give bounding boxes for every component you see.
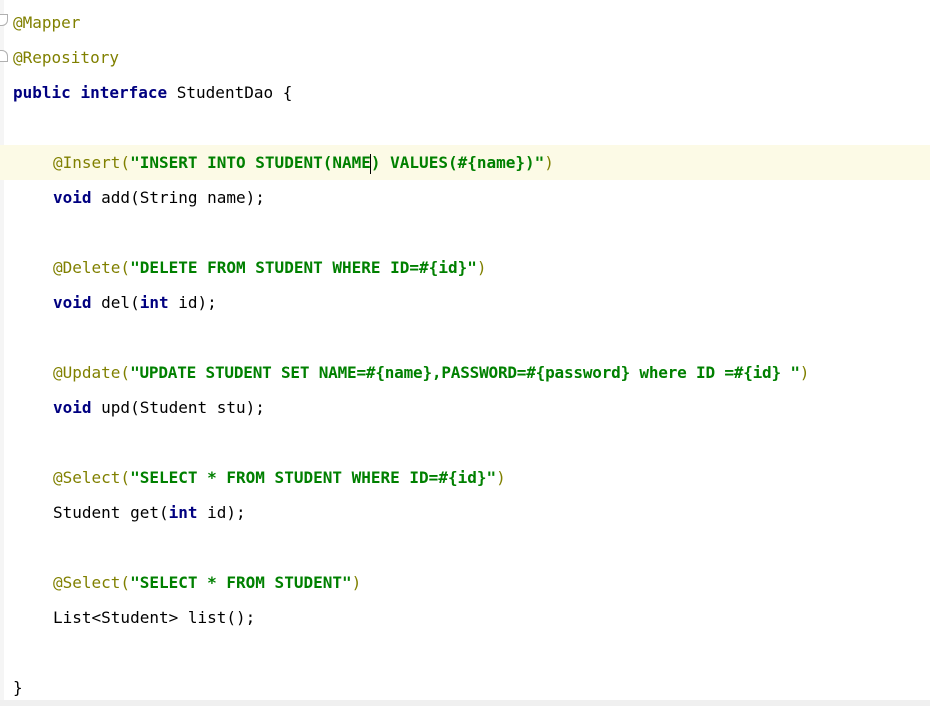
horizontal-scrollbar[interactable]	[0, 700, 930, 706]
identifier-token: add(String name);	[91, 188, 265, 207]
annotation-token: )	[799, 363, 810, 382]
keyword-token: void	[53, 293, 92, 312]
identifier-token: id);	[197, 503, 246, 522]
keyword-token: int	[168, 503, 198, 522]
code-line-mapper[interactable]: @Mapper	[0, 5, 930, 40]
identifier-token: StudentDao {	[167, 83, 293, 102]
identifier-token: Student get(	[53, 503, 169, 522]
code-line-repository[interactable]: @Repository	[0, 40, 930, 75]
annotation-token: )	[496, 468, 506, 487]
code-line-list-method[interactable]: List<Student> list();	[0, 600, 930, 635]
keyword-token: interface	[80, 83, 168, 102]
code-line-select-by-id-annotation[interactable]: @Select("SELECT * FROM STUDENT WHERE ID=…	[0, 460, 930, 495]
identifier-token: upd(Student stu);	[91, 398, 265, 417]
keyword-token: void	[53, 398, 92, 417]
string-token: "UPDATE STUDENT SET NAME=#{name},PASSWOR…	[130, 363, 800, 382]
keyword-token: void	[53, 188, 92, 207]
string-token: "DELETE FROM STUDENT WHERE ID=#{id}"	[130, 258, 477, 277]
code-line-upd-method[interactable]: void upd(Student stu);	[0, 390, 930, 425]
keyword-token: public	[13, 83, 71, 102]
string-token: "SELECT * FROM STUDENT"	[130, 573, 352, 592]
code-line-update-annotation[interactable]: @Update("UPDATE STUDENT SET NAME=#{name}…	[0, 355, 930, 390]
identifier-token: List<Student> list();	[53, 608, 256, 627]
string-token: "INSERT INTO STUDENT(NAME	[130, 153, 371, 172]
annotation-token: @Update(	[53, 363, 131, 382]
code-line-del-method[interactable]: void del(int id);	[0, 285, 930, 320]
identifier-token: id);	[168, 293, 217, 312]
code-line-select-all-annotation[interactable]: @Select("SELECT * FROM STUDENT")	[0, 565, 930, 600]
annotation-token: @Mapper	[13, 13, 81, 32]
annotation-token: @Select(	[53, 573, 131, 592]
code-editor[interactable]: @Mapper @Repository public interface Stu…	[0, 0, 930, 706]
annotation-token: )	[351, 573, 362, 592]
annotation-token: @Delete(	[53, 258, 131, 277]
identifier-token: del(	[91, 293, 140, 312]
code-line-insert-annotation[interactable]: @Insert("INSERT INTO STUDENT(NAME) VALUE…	[0, 145, 930, 180]
string-token: "SELECT * FROM STUDENT WHERE ID=#{id}"	[130, 468, 497, 487]
annotation-token: )	[476, 258, 487, 277]
code-line-delete-annotation[interactable]: @Delete("DELETE FROM STUDENT WHERE ID=#{…	[0, 250, 930, 285]
code-line-add-method[interactable]: void add(String name);	[0, 180, 930, 215]
annotation-token: @Insert(	[53, 153, 131, 172]
code-line-interface-declaration[interactable]: public interface StudentDao {	[0, 75, 930, 110]
code-line-get-method[interactable]: Student get(int id);	[0, 495, 930, 530]
keyword-token: int	[139, 293, 169, 312]
annotation-token: @Select(	[53, 468, 131, 487]
annotation-token: )	[544, 153, 554, 172]
annotation-token: @Repository	[13, 48, 119, 67]
brace-token: }	[13, 678, 23, 697]
string-token: ) VALUES(#{name})"	[370, 153, 545, 172]
